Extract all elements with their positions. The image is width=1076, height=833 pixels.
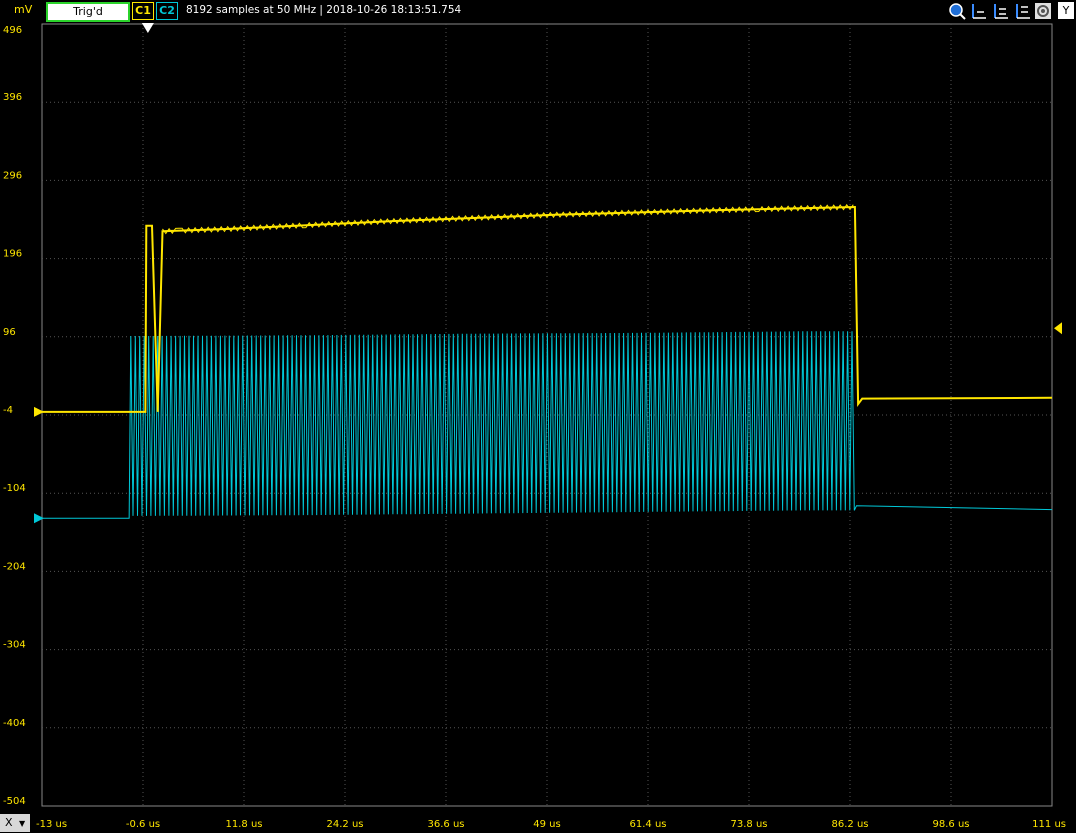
toolbar: mV Trig'd C1 C2 8192 samples at 50 MHz |… xyxy=(0,0,1076,22)
x-tick-label: 98.6 us xyxy=(933,819,970,830)
y-axis-labels: 496 396 296 196 96 -4 -104 -204 -304 -404 -504 xyxy=(3,25,26,807)
scope-plot[interactable]: 496 396 296 196 96 -4 -104 -204 -304 -404 -504 -13… xyxy=(0,0,1076,832)
x-tick-label: 24.2 us xyxy=(327,819,364,830)
x-tick-label: -0.6 us xyxy=(126,819,160,830)
y-tick-label: -304 xyxy=(3,640,26,651)
y-tick-label: -104 xyxy=(3,483,26,494)
y-tick-label: 496 xyxy=(3,25,22,36)
y-tick-label: -4 xyxy=(3,405,13,416)
x-axis-button[interactable]: X ▼ xyxy=(0,814,30,832)
bar-graph-icon[interactable] xyxy=(992,2,1010,20)
x-tick-label: 73.8 us xyxy=(731,819,768,830)
x-tick-label: 86.2 us xyxy=(832,819,869,830)
channel1-button[interactable]: C1 xyxy=(132,2,154,20)
y-axis-button[interactable]: Y xyxy=(1058,2,1074,19)
channel2-button[interactable]: C2 xyxy=(156,2,178,20)
zoom-icon[interactable] xyxy=(948,2,966,20)
settings-icon[interactable] xyxy=(1034,2,1052,20)
x-tick-label: 36.6 us xyxy=(428,819,465,830)
y-tick-label: 196 xyxy=(3,249,22,260)
bar-graph-icon[interactable] xyxy=(970,2,988,20)
x-axis-button-label: X xyxy=(5,816,13,829)
unit-label: mV xyxy=(14,3,33,16)
x-tick-label: 11.8 us xyxy=(226,819,263,830)
grid-lines xyxy=(41,23,1053,807)
y-tick-label: -204 xyxy=(3,561,26,572)
c1-trigger-level-marker[interactable] xyxy=(1054,322,1062,335)
x-tick-label: 61.4 us xyxy=(630,819,667,830)
marker-layer xyxy=(34,23,1062,524)
y-tick-label: 396 xyxy=(3,92,22,103)
bar-graph-icon[interactable] xyxy=(1014,2,1032,20)
dropdown-arrow-icon: ▼ xyxy=(19,819,26,828)
x-tick-label: -13 us xyxy=(36,819,67,830)
trace-layer xyxy=(42,203,1053,519)
trigger-status-button[interactable]: Trig'd xyxy=(46,2,130,22)
y-tick-label: -504 xyxy=(3,796,26,807)
y-tick-label: 96 xyxy=(3,327,16,338)
acquisition-info: 8192 samples at 50 MHz | 2018-10-26 18:1… xyxy=(186,4,462,16)
x-tick-label: 49 us xyxy=(533,819,560,830)
trigger-position-marker[interactable] xyxy=(141,23,154,33)
x-axis-labels: -13 us -0.6 us 11.8 us 24.2 us 36.6 us 49 us 6… xyxy=(36,819,1066,830)
x-tick-label: 111 us xyxy=(1032,819,1066,830)
y-tick-label: -404 xyxy=(3,718,26,729)
y-tick-label: 296 xyxy=(3,170,22,181)
